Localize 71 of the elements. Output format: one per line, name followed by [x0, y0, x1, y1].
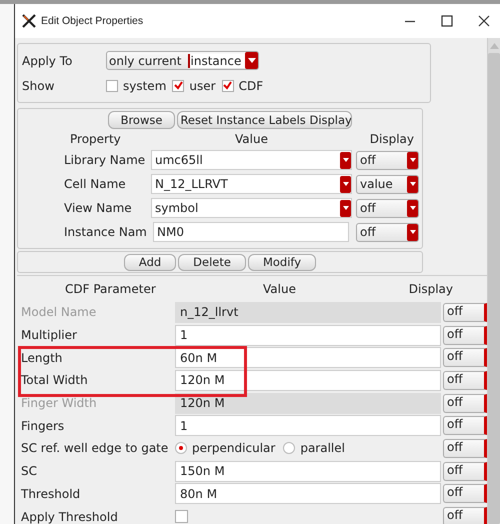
parameter-label: Length — [20, 350, 64, 365]
property-label: Cell Name — [63, 177, 127, 191]
parameter-input[interactable]: 60n M — [175, 347, 441, 368]
parameter-input[interactable]: 1 — [175, 415, 441, 436]
display-dropdown[interactable]: value — [356, 174, 419, 194]
checkmark-icon — [223, 81, 232, 90]
parameter-label: SC ref. well edge to gate — [20, 441, 170, 456]
caret-icon — [410, 230, 416, 234]
close-icon[interactable] — [478, 15, 490, 27]
column-header: Value — [234, 132, 269, 146]
caret-icon — [410, 158, 416, 162]
caret-icon — [342, 182, 348, 186]
x-logo-icon — [22, 14, 36, 28]
display-dropdown[interactable]: off — [356, 222, 419, 242]
show-checkbox[interactable]: system — [106, 78, 166, 92]
property-label: Library Name — [63, 153, 146, 167]
action-button[interactable]: Modify — [248, 254, 316, 270]
column-header: Display — [368, 132, 414, 146]
panel-button[interactable]: Browse — [108, 111, 176, 129]
display-dropdown[interactable]: off — [443, 438, 487, 458]
checkbox[interactable] — [175, 510, 188, 524]
parameter-label: Model Name — [20, 305, 98, 320]
parameter-label: Finger Width — [20, 396, 98, 410]
parameter-input[interactable]: 120n M — [175, 370, 441, 391]
panel-button[interactable]: Reset Instance Labels Display — [177, 111, 352, 129]
display-dropdown[interactable]: off — [443, 462, 487, 481]
column-header: Property — [69, 132, 122, 146]
parameter-label: Apply Threshold — [20, 510, 119, 524]
apply-to-dropdown[interactable]: only current instance — [106, 51, 260, 70]
parameter-label: Threshold — [20, 486, 82, 501]
display-dropdown[interactable]: off — [443, 507, 487, 524]
parameter-input[interactable]: 150n M — [175, 460, 441, 482]
show-checkbox[interactable]: user — [172, 78, 216, 92]
radio-button[interactable]: parallel — [283, 441, 345, 456]
scrollbar[interactable] — [487, 38, 500, 524]
display-dropdown[interactable]: off — [443, 348, 487, 368]
action-button[interactable]: Add — [124, 254, 176, 270]
parameter-input[interactable]: 80n M — [175, 483, 441, 504]
display-dropdown[interactable]: off — [443, 484, 487, 504]
show-label: Show — [22, 78, 56, 92]
caret-icon — [342, 206, 348, 210]
parameter-label: Total Width — [20, 373, 89, 388]
display-dropdown[interactable]: off — [443, 326, 487, 345]
parameter-label: Multiplier — [20, 328, 78, 342]
maximize-icon[interactable] — [441, 15, 453, 27]
column-header: Value — [263, 282, 297, 296]
action-button[interactable]: Delete — [178, 254, 246, 270]
display-dropdown[interactable]: off — [443, 370, 487, 390]
display-dropdown[interactable]: off — [356, 150, 419, 170]
parameter-label: SC — [20, 464, 38, 478]
window-title: Edit Object Properties — [41, 15, 144, 27]
display-dropdown[interactable]: off — [356, 198, 419, 218]
display-dropdown[interactable]: off — [443, 416, 487, 436]
property-combo[interactable]: umc65ll — [151, 150, 352, 170]
property-combo[interactable]: symbol — [151, 198, 352, 218]
caret-icon — [410, 206, 416, 210]
property-combo[interactable]: N_12_LLRVT — [151, 174, 352, 194]
column-header: CDF Parameter — [64, 282, 157, 296]
caret-icon — [342, 158, 348, 162]
parameter-label: Fingers — [20, 418, 66, 433]
property-label: Instance Nam — [63, 225, 148, 239]
column-header: Display — [408, 282, 453, 296]
parameter-input[interactable]: 1 — [175, 324, 441, 346]
radio-button[interactable]: perpendicular — [175, 441, 276, 456]
property-input[interactable]: NM0 — [153, 222, 349, 242]
caret-icon — [410, 182, 416, 186]
caret-icon — [248, 58, 256, 63]
property-label: View Name — [63, 201, 133, 215]
checkmark-icon — [174, 81, 183, 90]
show-checkbox[interactable]: CDF — [222, 78, 264, 92]
apply-to-label: Apply To — [22, 54, 74, 68]
